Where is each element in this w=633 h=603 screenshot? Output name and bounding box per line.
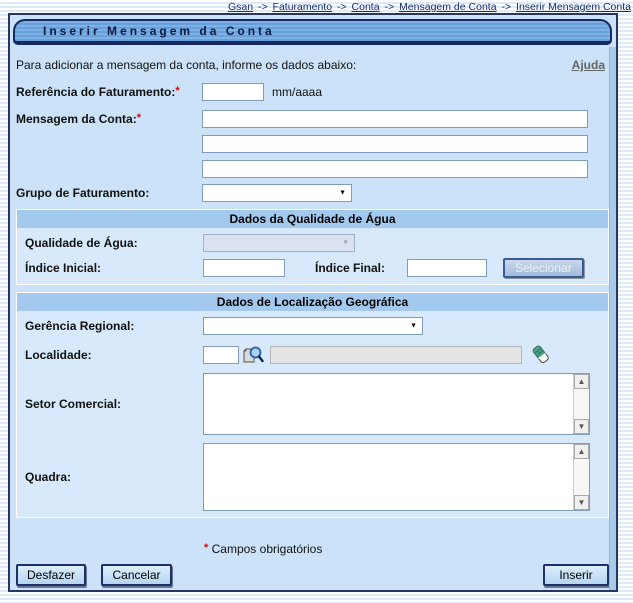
gerencia-regional-select[interactable]: ▼	[203, 317, 423, 335]
scroll-up-icon[interactable]: ▲	[574, 374, 589, 389]
chevron-down-icon: ▼	[410, 323, 417, 330]
grupo-faturamento-label: Grupo de Faturamento:	[16, 186, 202, 200]
referencia-input[interactable]	[202, 83, 264, 101]
localizacao-geografica-section-title: Dados de Localização Geográfica	[17, 293, 608, 311]
breadcrumb-separator: ->	[256, 1, 270, 13]
main-frame: Inserir Mensagem da Conta Para adicionar…	[8, 13, 618, 592]
referencia-format-hint: mm/aaaa	[272, 85, 322, 99]
quadra-label: Quadra:	[25, 470, 203, 484]
localidade-label: Localidade:	[25, 348, 203, 362]
qualidade-agua-section: Dados da Qualidade de Água Qualidade de …	[16, 209, 609, 285]
setor-scrollbar[interactable]: ▲ ▼	[573, 374, 589, 434]
page-scrollbar-track[interactable]	[609, 47, 616, 590]
scroll-down-icon[interactable]: ▼	[574, 419, 589, 434]
breadcrumb-link-faturamento[interactable]: Faturamento	[273, 1, 333, 13]
qualidade-agua-select: ▼	[203, 234, 355, 252]
mensagem-label: Mensagem da Conta:*	[16, 112, 202, 126]
breadcrumb-separator: ->	[335, 1, 349, 13]
indice-inicial-input[interactable]	[203, 259, 285, 277]
setor-comercial-label: Setor Comercial:	[25, 397, 203, 411]
localidade-name-field	[270, 346, 522, 364]
quadra-listbox[interactable]: ▲ ▼	[203, 443, 590, 511]
breadcrumb-link-inserir-mensagem-conta[interactable]: Inserir Mensagem Conta	[516, 1, 631, 13]
gerencia-regional-label: Gerência Regional:	[25, 319, 203, 333]
quadra-scrollbar[interactable]: ▲ ▼	[573, 444, 589, 510]
scroll-up-icon[interactable]: ▲	[574, 444, 589, 459]
chevron-down-icon: ▼	[339, 190, 346, 197]
cancelar-button[interactable]: Cancelar	[101, 564, 171, 586]
selecionar-button: Selecionar	[503, 258, 584, 278]
qualidade-agua-section-title: Dados da Qualidade de Água	[17, 210, 608, 228]
breadcrumb-link-gsan[interactable]: Gsan	[228, 1, 253, 13]
left-button-group: Desfazer Cancelar	[16, 564, 172, 586]
search-icon[interactable]	[243, 344, 264, 365]
mensagem-line1-input[interactable]	[202, 110, 588, 128]
instruction-text: Para adicionar a mensagem da conta, info…	[16, 58, 356, 72]
indice-inicial-label: Índice Inicial:	[25, 261, 203, 275]
localidade-code-input[interactable]	[203, 346, 239, 364]
grupo-faturamento-select[interactable]: ▼	[202, 184, 352, 202]
help-link[interactable]: Ajuda	[572, 58, 605, 72]
page-title-bar: Inserir Mensagem da Conta	[13, 19, 612, 45]
breadcrumb-link-conta[interactable]: Conta	[352, 1, 380, 13]
setor-comercial-listbox[interactable]: ▲ ▼	[203, 373, 590, 435]
chevron-down-icon: ▼	[342, 240, 349, 247]
scroll-down-icon[interactable]: ▼	[574, 495, 589, 510]
inserir-button[interactable]: Inserir	[543, 564, 609, 586]
breadcrumb: Gsan -> Faturamento -> Conta -> Mensagem…	[228, 1, 631, 13]
breadcrumb-separator: ->	[499, 1, 513, 13]
required-asterisk: *	[137, 112, 141, 124]
required-asterisk: *	[204, 542, 208, 554]
required-fields-note: * Campos obrigatórios	[204, 542, 609, 556]
indice-final-input[interactable]	[407, 259, 487, 277]
mensagem-line3-input[interactable]	[202, 160, 588, 178]
indice-final-label: Índice Final:	[315, 261, 405, 275]
breadcrumb-separator: ->	[383, 1, 397, 13]
qualidade-agua-label: Qualidade de Água:	[25, 236, 203, 250]
desfazer-button[interactable]: Desfazer	[16, 564, 86, 586]
mensagem-line2-input[interactable]	[202, 135, 588, 153]
eraser-icon[interactable]	[531, 344, 550, 365]
required-asterisk: *	[175, 85, 179, 97]
page-title: Inserir Mensagem da Conta	[43, 24, 275, 38]
breadcrumb-link-mensagem-de-conta[interactable]: Mensagem de Conta	[399, 1, 496, 13]
localizacao-geografica-section: Dados de Localização Geográfica Gerência…	[16, 292, 609, 518]
referencia-label: Referência do Faturamento:*	[16, 85, 202, 99]
